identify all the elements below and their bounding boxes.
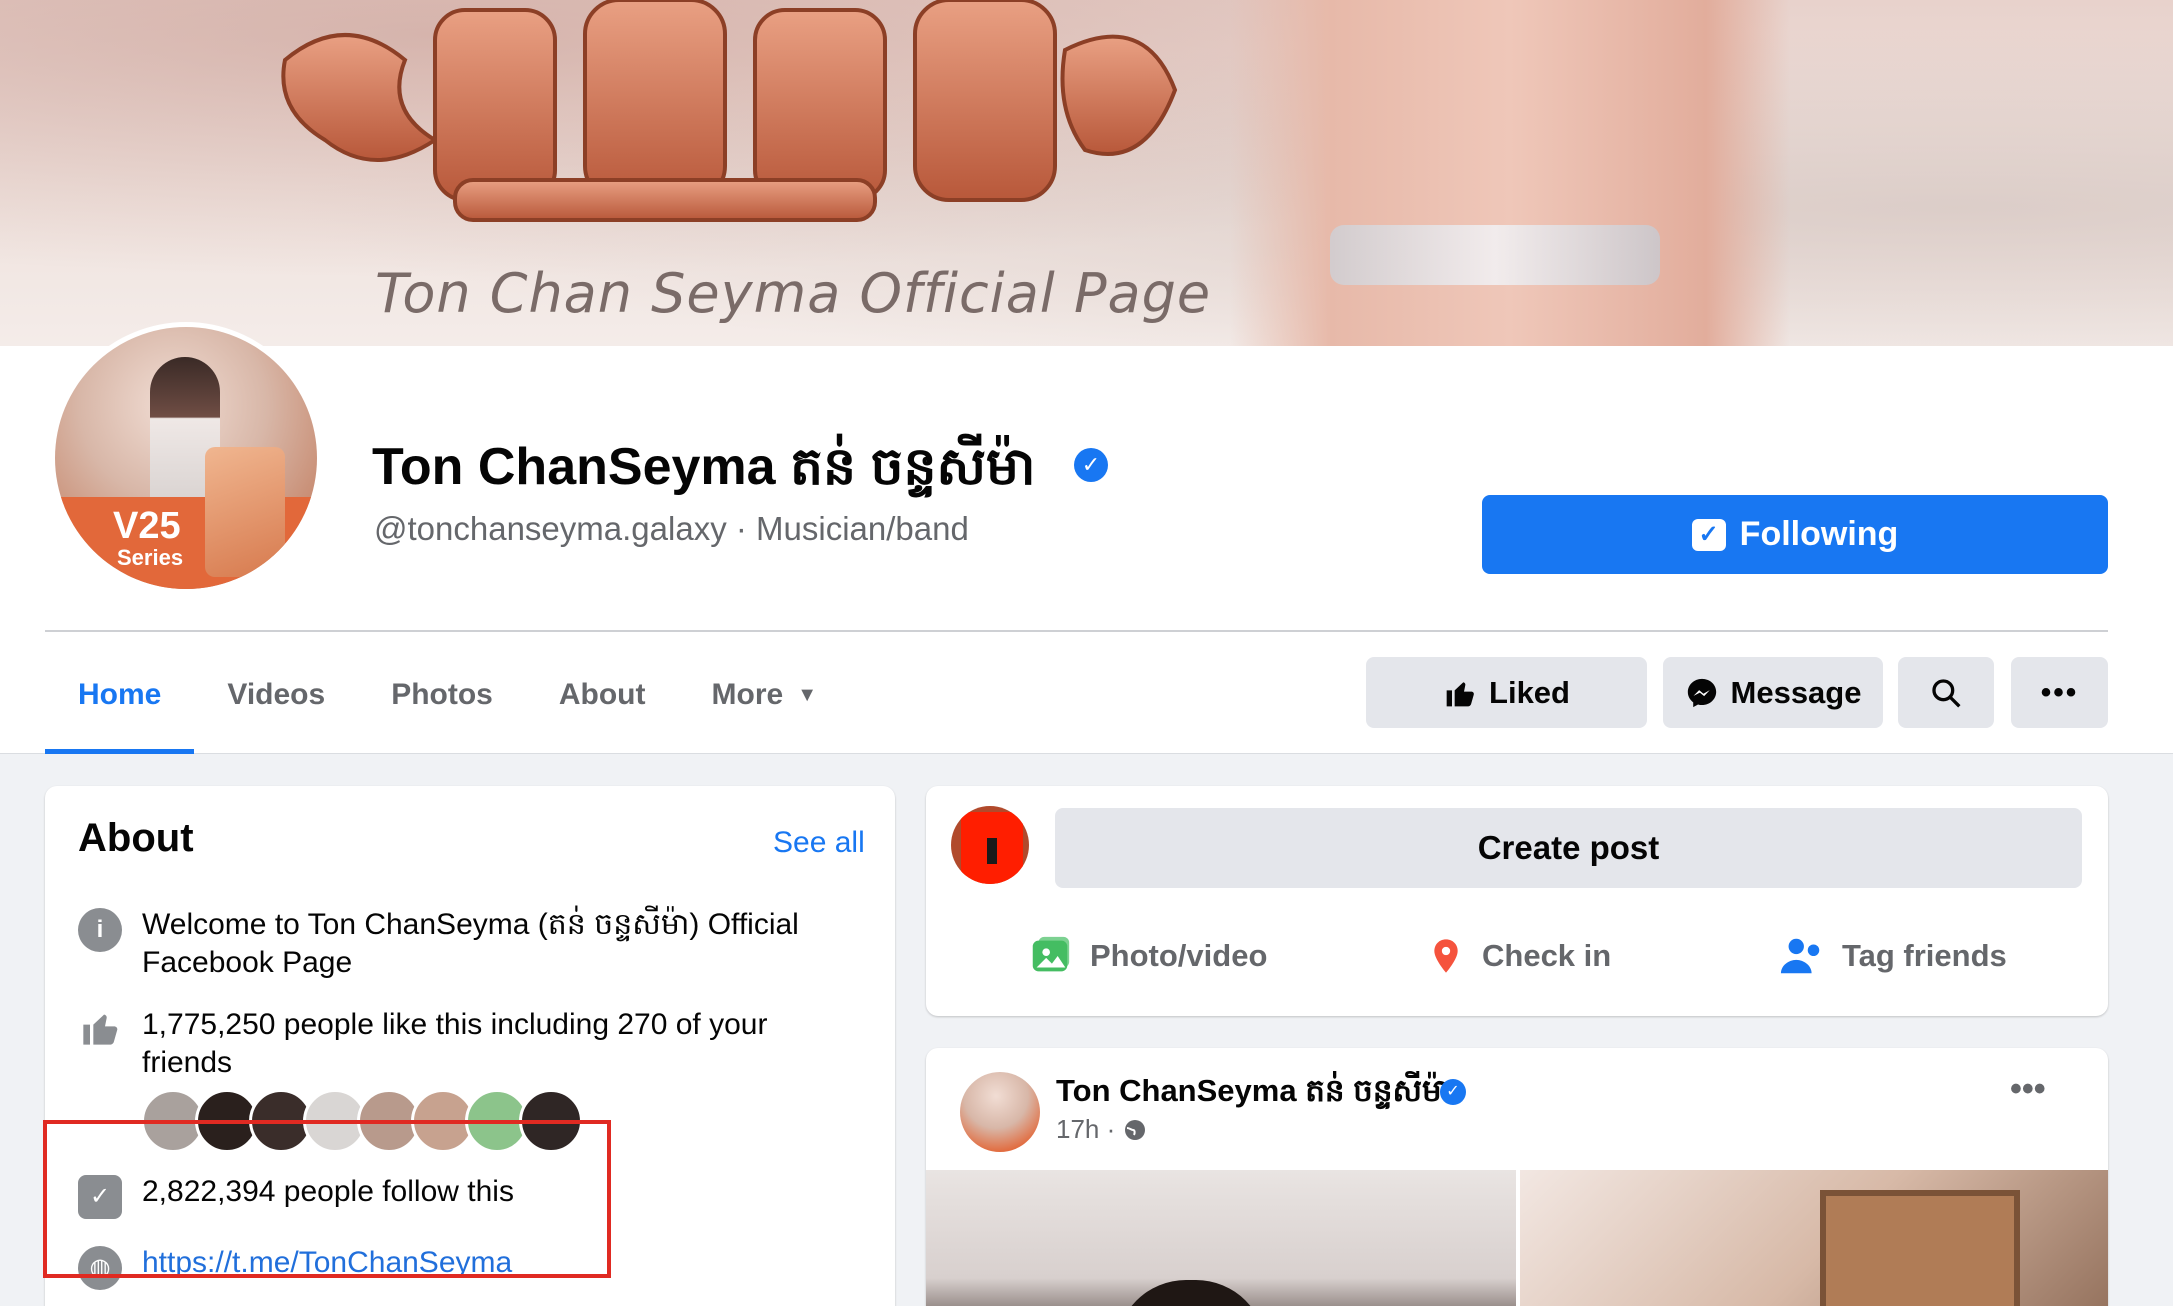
avatar-text-v25: V25 bbox=[113, 505, 181, 547]
verified-badge-icon: ✓ bbox=[1074, 448, 1108, 482]
see-all-link[interactable]: See all bbox=[773, 826, 865, 860]
cover-figure bbox=[1230, 0, 1790, 346]
tag-friends-button[interactable]: Tag friends bbox=[1778, 926, 2007, 986]
messenger-icon bbox=[1687, 678, 1716, 707]
about-welcome-text: Welcome to Ton ChanSeyma (តន់ ចន្ទសីម៉ា)… bbox=[142, 908, 799, 979]
tab-home-label: Home bbox=[78, 678, 162, 711]
following-label: Following bbox=[1739, 515, 1899, 553]
about-likes-row: 1,775,250 people like this including 270… bbox=[78, 1006, 858, 1082]
avatar-text-series: Series bbox=[117, 545, 184, 570]
thumbs-up-icon bbox=[78, 1008, 122, 1052]
post-card: Ton ChanSeyma តន់ ចន្ទសីម៉ា ✓ 17h · ••• bbox=[926, 1048, 2108, 1306]
liked-label: Liked bbox=[1489, 674, 1570, 710]
tag-friends-label: Tag friends bbox=[1842, 938, 2007, 973]
liked-button[interactable]: Liked bbox=[1366, 657, 1647, 728]
create-post-card: Create post Photo/video Check in Tag fri… bbox=[926, 786, 2108, 1016]
tab-more[interactable]: More ▼ bbox=[679, 636, 850, 754]
post-more-options-icon[interactable]: ••• bbox=[2010, 1070, 2046, 1109]
post-image-subject bbox=[1116, 1280, 1266, 1306]
avatar-phone bbox=[205, 447, 285, 577]
verified-badge-icon: ✓ bbox=[1440, 1079, 1466, 1105]
tab-videos-label: Videos bbox=[227, 678, 326, 711]
page-title: Ton ChanSeyma តន់ ចន្ទសីម៉ា bbox=[372, 438, 1036, 496]
caret-down-icon: ▼ bbox=[797, 683, 817, 706]
page-avatar[interactable]: V25 Series bbox=[55, 327, 317, 589]
tab-more-label: More bbox=[711, 678, 784, 711]
header-divider bbox=[45, 630, 2108, 632]
photo-video-label: Photo/video bbox=[1090, 938, 1268, 973]
tab-about-label: About bbox=[558, 678, 646, 711]
cover-tagline: Ton Chan Seyma Official Page bbox=[375, 262, 1212, 325]
create-post-button[interactable]: Create post bbox=[1055, 808, 2082, 888]
tab-photos-label: Photos bbox=[391, 678, 493, 711]
page-tabs: Home Videos Photos About More ▼ bbox=[45, 636, 850, 754]
cover-belt bbox=[1330, 225, 1660, 285]
following-check-icon: ✓ bbox=[1691, 518, 1726, 551]
tab-about[interactable]: About bbox=[526, 636, 679, 754]
about-title: About bbox=[78, 816, 194, 860]
message-button[interactable]: Message bbox=[1663, 657, 1883, 728]
redaction-mark bbox=[961, 812, 1023, 884]
tab-photos[interactable]: Photos bbox=[358, 636, 526, 754]
search-button[interactable] bbox=[1898, 657, 1994, 728]
about-welcome-row: i Welcome to Ton ChanSeyma (តន់ ចន្ទសីម៉… bbox=[78, 906, 858, 982]
highlight-box bbox=[43, 1120, 611, 1278]
cover-title-art bbox=[281, 0, 1178, 222]
cover-photo[interactable]: Ton Chan Seyma Official Page bbox=[0, 0, 2173, 346]
globe-icon bbox=[1125, 1119, 1146, 1140]
tab-home[interactable]: Home bbox=[45, 636, 195, 754]
post-image-subject bbox=[1820, 1190, 2020, 1306]
user-avatar[interactable] bbox=[951, 806, 1029, 884]
check-in-label: Check in bbox=[1482, 938, 1612, 973]
location-pin-icon bbox=[1434, 939, 1458, 973]
post-image[interactable] bbox=[926, 1170, 1516, 1306]
message-label: Message bbox=[1730, 674, 1862, 710]
page-handle: @tonchanseyma.galaxy · Musician/band bbox=[374, 510, 969, 547]
photo-icon bbox=[1032, 936, 1070, 972]
more-options-button[interactable]: ••• bbox=[2011, 657, 2108, 728]
following-button[interactable]: ✓ Following bbox=[1482, 495, 2108, 574]
post-timestamp[interactable]: 17h · bbox=[1056, 1114, 1147, 1145]
tab-videos[interactable]: Videos bbox=[194, 636, 358, 754]
post-time-text: 17h · bbox=[1056, 1114, 1116, 1144]
post-author-name[interactable]: Ton ChanSeyma តន់ ចន្ទសីម៉ា bbox=[1056, 1072, 1452, 1117]
search-icon bbox=[1932, 678, 1961, 708]
info-icon: i bbox=[78, 908, 122, 952]
post-image[interactable] bbox=[1520, 1170, 2108, 1306]
about-likes-text: 1,775,250 people like this including 270… bbox=[142, 1008, 768, 1079]
thumbs-up-icon bbox=[1446, 681, 1474, 706]
ellipsis-icon: ••• bbox=[2040, 675, 2079, 709]
post-author-avatar[interactable] bbox=[960, 1072, 1040, 1152]
check-in-button[interactable]: Check in bbox=[1426, 926, 1611, 986]
photo-video-button[interactable]: Photo/video bbox=[1026, 926, 1267, 986]
tag-friends-icon bbox=[1780, 938, 1820, 974]
